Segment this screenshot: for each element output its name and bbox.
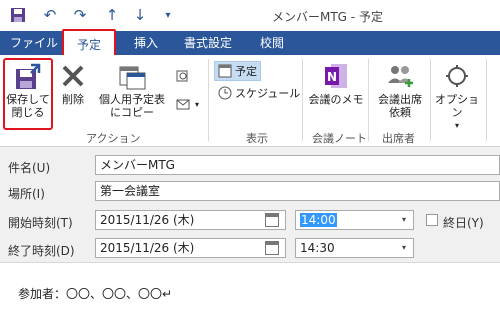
save-close-label: 保存して 閉じる: [6, 93, 50, 119]
people-icon: [388, 66, 413, 87]
options-icon: [446, 65, 468, 87]
tab-format[interactable]: 書式設定: [184, 31, 232, 55]
forward-icon[interactable]: [176, 69, 190, 83]
delete-button[interactable]: 削除: [56, 61, 90, 106]
calendar-icon: [218, 64, 232, 78]
start-date-value: 2015/11/26 (木): [100, 213, 195, 227]
ribbon: 保存して 閉じる 削除 個人用予定表 にコピー ▾ アクション 予定 スケジュー…: [0, 55, 500, 147]
separator: [486, 59, 487, 141]
separator: [368, 59, 369, 141]
save-close-icon: [16, 63, 41, 89]
allday-checkbox[interactable]: [426, 214, 438, 226]
end-date-field[interactable]: 2015/11/26 (木): [95, 238, 286, 258]
subject-input[interactable]: メンバーMTG: [95, 155, 500, 175]
separator: [208, 59, 209, 141]
view-appointment-button[interactable]: 予定: [214, 61, 261, 81]
meeting-memo-button[interactable]: N 会議のメモ: [306, 61, 366, 106]
start-time-field[interactable]: 14:00: [295, 210, 414, 230]
separator: [302, 59, 303, 141]
message-body[interactable]: 参加者：〇〇、〇〇、〇〇↵: [0, 262, 500, 320]
up-arrow-icon[interactable]: ↑: [102, 5, 122, 25]
customize-icon[interactable]: ▾: [158, 5, 178, 25]
save-close-button[interactable]: 保存して 閉じる: [5, 61, 51, 119]
appointment-form: 件名(U) メンバーMTG 場所(I) 第一会議室 開始時刻(T) 2015/1…: [0, 147, 500, 262]
start-time-value: 14:00: [300, 213, 337, 227]
title-bar: ↶ ↷ ↑ ↓ ▾ メンバーMTG - 予定: [0, 0, 500, 31]
window-title: メンバーMTG - 予定: [272, 10, 383, 24]
copy-personal-button[interactable]: 個人用予定表 にコピー: [92, 61, 172, 119]
svg-text:N: N: [327, 70, 337, 84]
copy-personal-label: 個人用予定表 にコピー: [99, 93, 165, 119]
location-input[interactable]: 第一会議室: [95, 181, 500, 201]
undo-icon[interactable]: ↶: [40, 5, 60, 25]
chevron-down-icon[interactable]: ▾: [402, 243, 406, 252]
group-meeting-note-label: 会議ノート: [312, 132, 367, 145]
tab-insert[interactable]: 挿入: [134, 31, 158, 55]
mail-dropdown[interactable]: ▾: [176, 97, 199, 111]
view-schedule-button[interactable]: スケジュール: [218, 85, 300, 101]
delete-label: 削除: [62, 93, 84, 106]
save-icon[interactable]: [8, 5, 28, 25]
tab-schedule[interactable]: 予定: [62, 29, 116, 57]
group-action-label: アクション: [86, 132, 141, 145]
redo-icon[interactable]: ↷: [70, 5, 90, 25]
calendar-icon[interactable]: [265, 213, 279, 227]
subject-label: 件名(U): [8, 161, 51, 175]
start-label: 開始時刻(T): [8, 216, 73, 230]
allday-label: 終日(Y): [443, 216, 484, 230]
tab-file[interactable]: ファイル: [10, 31, 58, 55]
options-button[interactable]: オプション ▾: [432, 61, 482, 132]
end-label: 終了時刻(D): [8, 244, 75, 258]
group-attendee-label: 出席者: [382, 132, 415, 145]
chevron-down-icon: ▾: [454, 121, 459, 130]
location-label: 場所(I): [8, 187, 45, 201]
start-date-field[interactable]: 2015/11/26 (木): [95, 210, 286, 230]
ribbon-tabs: ファイル 予定 挿入 書式設定 校閲: [0, 29, 500, 57]
delete-icon: [62, 65, 84, 87]
calendar-copy-icon: [119, 66, 146, 90]
schedule-icon: [218, 86, 232, 100]
group-view-label: 表示: [246, 132, 268, 145]
calendar-icon[interactable]: [265, 241, 279, 255]
end-time-field[interactable]: 14:30: [295, 238, 414, 258]
end-time-value: 14:30: [300, 241, 335, 255]
onenote-icon: N: [325, 64, 347, 88]
end-date-value: 2015/11/26 (木): [100, 241, 195, 255]
separator: [430, 59, 431, 141]
tab-review[interactable]: 校閲: [260, 31, 284, 55]
attendee-request-button[interactable]: 会議出席 依頼: [372, 61, 428, 119]
chevron-down-icon[interactable]: ▾: [402, 215, 406, 224]
down-arrow-icon[interactable]: ↓: [130, 5, 150, 25]
body-text: 参加者：〇〇、〇〇、〇〇↵: [18, 287, 173, 301]
